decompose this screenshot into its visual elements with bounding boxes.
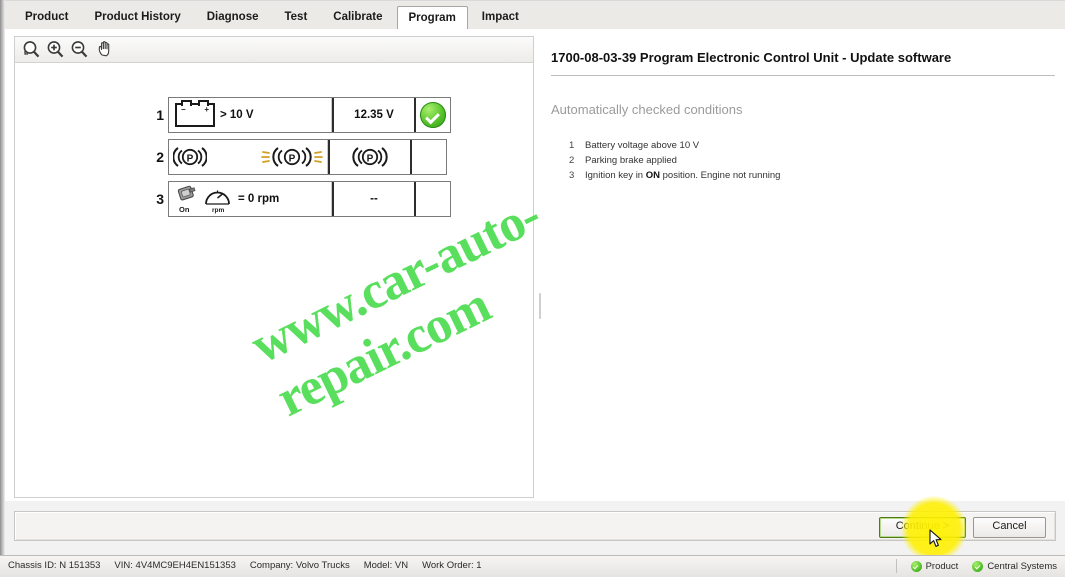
svg-text:On: On	[179, 205, 190, 214]
work-order-field: Work Order: 1	[422, 560, 482, 571]
illustration-toolbar	[15, 37, 533, 63]
vin-value: 4V4MC9EH4EN151353	[135, 560, 236, 571]
status-separator	[895, 559, 897, 573]
parking-brake-warning-icon: P	[261, 147, 323, 167]
condition-box: P P P	[168, 139, 447, 175]
condition-description-cell: On rpm = 0 rpm	[169, 182, 332, 216]
tab-calibrate[interactable]: Calibrate	[321, 5, 394, 29]
parking-brake-value-icon: P	[352, 147, 388, 167]
condition-list-index: 1	[569, 140, 575, 151]
condition-rows: 1 − + > 10 V 12.35 V 2 P P P 3 On rpm = …	[150, 97, 451, 223]
condition-status-cell	[416, 98, 450, 132]
condition-status-cell	[412, 140, 446, 174]
title-divider	[551, 75, 1055, 76]
tachometer-gauge-icon: rpm	[205, 190, 230, 214]
zoom-fit-icon[interactable]	[21, 39, 44, 60]
conditions-list: 1 Battery voltage above 10 V 2 Parking brak…	[551, 139, 1059, 183]
condition-list-item: 3 Ignition key in ON position. Engine not…	[569, 169, 1059, 183]
tab-program[interactable]: Program	[396, 6, 468, 30]
svg-text:P: P	[367, 153, 374, 164]
svg-text:P: P	[187, 153, 194, 164]
condition-description: > 10 V	[220, 109, 254, 121]
condition-list-index: 2	[569, 155, 575, 166]
condition-row: 2 P P P	[150, 139, 451, 175]
condition-value: 12.35 V	[332, 98, 416, 132]
application-window: Product Product History Diagnose Test Calibr…	[0, 0, 1065, 577]
work-order-value: 1	[476, 560, 482, 571]
model-field: Model: VN	[364, 560, 408, 571]
page-title: 1700-08-03-39 Program Electronic Control…	[551, 50, 952, 65]
ignition-key-icon: On	[177, 185, 196, 214]
chassis-id-value: N 151353	[59, 560, 101, 571]
tab-product-history[interactable]: Product History	[82, 5, 192, 29]
condition-box: On rpm = 0 rpm --	[168, 181, 451, 217]
condition-list-index: 3	[569, 170, 575, 181]
condition-status-cell	[416, 182, 450, 216]
status-indicator-central-systems[interactable]: Central Systems	[972, 560, 1057, 572]
condition-number: 1	[156, 107, 164, 123]
tab-product[interactable]: Product	[13, 5, 80, 29]
continue-button[interactable]: Continue >	[879, 517, 966, 538]
condition-description-cell: P P	[169, 140, 328, 174]
condition-number: 3	[156, 191, 164, 207]
model-value: VN	[394, 560, 409, 571]
condition-list-text: Ignition key in ON position. Engine not …	[585, 170, 781, 181]
company-value: Volvo Trucks	[295, 560, 350, 571]
svg-text:rpm: rpm	[212, 207, 225, 214]
status-ok-dot-icon	[910, 560, 922, 572]
condition-list-item: 2 Parking brake applied	[569, 154, 1059, 168]
svg-text:P: P	[289, 153, 296, 164]
pane-splitter[interactable]	[538, 65, 541, 505]
condition-list-item: 1 Battery voltage above 10 V	[569, 139, 1059, 153]
conditions-heading: Automatically checked conditions	[551, 102, 743, 117]
condition-box: − + > 10 V 12.35 V	[168, 97, 451, 133]
pan-hand-icon[interactable]	[95, 39, 118, 60]
condition-list-text: Battery voltage above 10 V	[585, 140, 700, 151]
parking-brake-icon: P	[173, 147, 207, 167]
condition-list-emphasis: ON	[645, 170, 660, 181]
condition-number: 2	[156, 149, 164, 165]
status-ok-check-icon	[420, 102, 446, 128]
cancel-button[interactable]: Cancel	[973, 517, 1046, 538]
battery-icon: − +	[175, 100, 215, 127]
illustration-canvas: 1 − + > 10 V 12.35 V 2 P P P 3 On rpm = …	[15, 63, 533, 497]
illustration-pane: 1 − + > 10 V 12.35 V 2 P P P 3 On rpm = …	[14, 36, 534, 498]
condition-row: 1 − + > 10 V 12.35 V	[150, 97, 451, 133]
tab-list: Product Product History Diagnose Test Calibr…	[13, 1, 533, 30]
button-bar: Continue > Cancel	[14, 511, 1056, 541]
condition-description-cell: − + > 10 V	[169, 98, 332, 132]
zoom-out-icon[interactable]	[69, 39, 92, 60]
work-order-label: Work Order:	[422, 560, 474, 571]
company-label: Company:	[249, 560, 294, 571]
status-indicators: Product Central Systems	[892, 559, 1057, 573]
tab-diagnose[interactable]: Diagnose	[195, 5, 271, 29]
work-area: 1 − + > 10 V 12.35 V 2 P P P 3 On rpm = …	[5, 29, 1065, 501]
condition-list-text: Parking brake applied	[585, 155, 677, 166]
status-indicator-label: Central Systems	[987, 560, 1057, 572]
condition-row: 3 On rpm = 0 rpm --	[150, 181, 451, 217]
status-bar: Chassis ID: N 151353 VIN: 4V4MC9EH4EN151…	[0, 555, 1065, 577]
tab-test[interactable]: Test	[272, 5, 319, 29]
condition-description: = 0 rpm	[238, 193, 280, 205]
vin-label: VIN:	[114, 560, 133, 571]
tab-impact[interactable]: Impact	[470, 5, 531, 29]
splitter-grip[interactable]	[539, 293, 541, 319]
model-label: Model:	[363, 560, 393, 571]
instruction-pane: 1700-08-03-39 Program Electronic Control…	[551, 36, 1059, 496]
main-tab-bar: Product Product History Diagnose Test Calibr…	[5, 1, 1065, 30]
chassis-id-label: Chassis ID:	[8, 560, 57, 571]
status-bar-info: Chassis ID: N 151353 VIN: 4V4MC9EH4EN151…	[8, 560, 496, 571]
status-indicator-product[interactable]: Product	[910, 560, 959, 572]
status-ok-dot-icon	[972, 560, 984, 572]
condition-value: P	[328, 140, 412, 174]
vin-field: VIN: 4V4MC9EH4EN151353	[114, 560, 235, 571]
condition-value: --	[332, 182, 416, 216]
company-field: Company: Volvo Trucks	[250, 560, 350, 571]
status-indicator-label: Product	[925, 560, 959, 572]
chassis-id-field: Chassis ID: N 151353	[8, 560, 100, 571]
zoom-in-icon[interactable]	[45, 39, 68, 60]
